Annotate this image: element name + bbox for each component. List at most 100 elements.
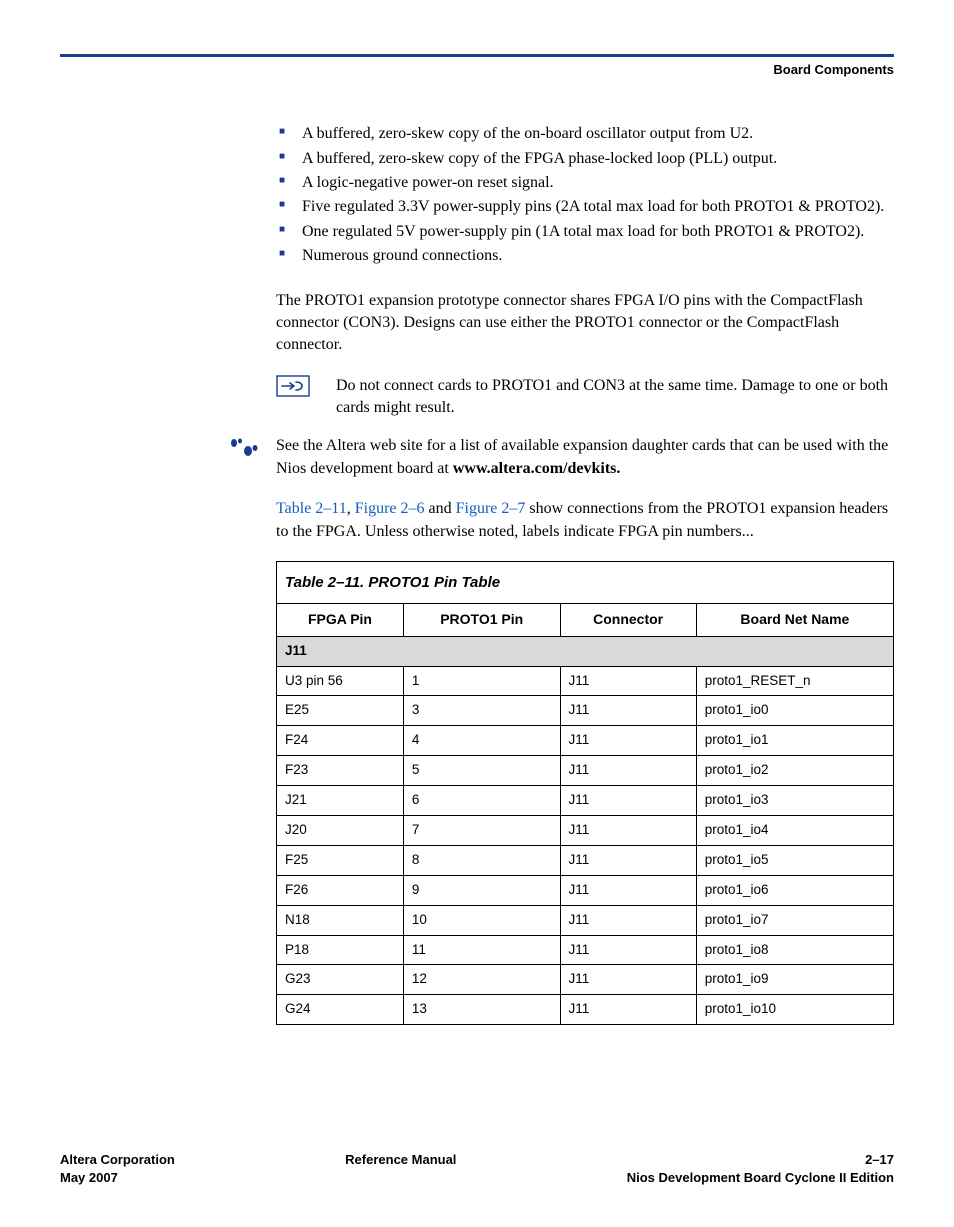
list-item: A logic-negative power-on reset signal. <box>276 172 894 194</box>
url-text: www.altera.com/devkits. <box>453 460 621 477</box>
table-cell: F25 <box>277 845 404 875</box>
table-row: F235J11proto1_io2 <box>277 756 894 786</box>
table-cell: proto1_io3 <box>696 786 893 816</box>
table-cell: proto1_io8 <box>696 935 893 965</box>
table-cell: 7 <box>403 815 560 845</box>
table-cell: E25 <box>277 696 404 726</box>
table-cell: 1 <box>403 666 560 696</box>
section-label: J11 <box>277 636 894 666</box>
table-cell: J11 <box>560 875 696 905</box>
table-cell: P18 <box>277 935 404 965</box>
table-row: J207J11proto1_io4 <box>277 815 894 845</box>
table-section-row: J11 <box>277 636 894 666</box>
footer-product: Nios Development Board Cyclone II Editio… <box>627 1169 894 1187</box>
col-header: Board Net Name <box>696 604 893 637</box>
table-cell: 11 <box>403 935 560 965</box>
table-cell: J20 <box>277 815 404 845</box>
table-cell: J11 <box>560 815 696 845</box>
note-text: See the Altera web site for a list of av… <box>276 435 894 480</box>
table-cell: proto1_io9 <box>696 965 893 995</box>
table-body: J11 U3 pin 561J11proto1_RESET_nE253J11pr… <box>277 636 894 1025</box>
list-item: A buffered, zero-skew copy of the on-boa… <box>276 123 894 145</box>
table-cell: G23 <box>277 965 404 995</box>
table-cell: proto1_RESET_n <box>696 666 893 696</box>
table-cell: 12 <box>403 965 560 995</box>
list-item: Five regulated 3.3V power-supply pins (2… <box>276 196 894 218</box>
table-cell: J11 <box>560 965 696 995</box>
cross-ref-link[interactable]: Figure 2–7 <box>456 500 526 517</box>
table-cell: 8 <box>403 845 560 875</box>
list-item: Numerous ground connections. <box>276 245 894 267</box>
table-cell: proto1_io2 <box>696 756 893 786</box>
page-footer: Altera Corporation May 2007 Reference Ma… <box>60 1151 894 1187</box>
running-header: Board Components <box>60 61 894 79</box>
table-cell: J11 <box>560 935 696 965</box>
footprints-icon <box>226 435 276 480</box>
table-cell: 13 <box>403 995 560 1025</box>
footer-date: May 2007 <box>60 1169 175 1187</box>
table-row: F244J11proto1_io1 <box>277 726 894 756</box>
col-header: PROTO1 Pin <box>403 604 560 637</box>
footer-right: 2–17 Nios Development Board Cyclone II E… <box>627 1151 894 1187</box>
table-row: J216J11proto1_io3 <box>277 786 894 816</box>
table-row: N1810J11proto1_io7 <box>277 905 894 935</box>
main-content: A buffered, zero-skew copy of the on-boa… <box>276 123 894 419</box>
table-row: F269J11proto1_io6 <box>277 875 894 905</box>
table-cell: J11 <box>560 756 696 786</box>
table-cell: F26 <box>277 875 404 905</box>
main-content-continued: Table 2–11, Figure 2–6 and Figure 2–7 sh… <box>276 498 894 1025</box>
col-header: FPGA Pin <box>277 604 404 637</box>
footer-left: Altera Corporation May 2007 <box>60 1151 175 1187</box>
table-row: P1811J11proto1_io8 <box>277 935 894 965</box>
table-cell: 4 <box>403 726 560 756</box>
table-row: E253J11proto1_io0 <box>277 696 894 726</box>
note-text: Do not connect cards to PROTO1 and CON3 … <box>336 375 894 420</box>
table-cell: N18 <box>277 905 404 935</box>
table-cell: J11 <box>560 666 696 696</box>
web-reference-callout: See the Altera web site for a list of av… <box>226 435 894 480</box>
table-cell: U3 pin 56 <box>277 666 404 696</box>
table-cell: J11 <box>560 995 696 1025</box>
table-cell: proto1_io7 <box>696 905 893 935</box>
table-cell: proto1_io0 <box>696 696 893 726</box>
feature-list: A buffered, zero-skew copy of the on-boa… <box>276 123 894 267</box>
footer-company: Altera Corporation <box>60 1151 175 1169</box>
table-cell: 9 <box>403 875 560 905</box>
table-cell: J11 <box>560 905 696 935</box>
header-rule <box>60 54 894 57</box>
paragraph: Table 2–11, Figure 2–6 and Figure 2–7 sh… <box>276 498 894 543</box>
table-cell: J11 <box>560 696 696 726</box>
cross-ref-link[interactable]: Figure 2–6 <box>355 500 425 517</box>
text-fragment: , <box>347 500 355 517</box>
table-row: G2312J11proto1_io9 <box>277 965 894 995</box>
text-fragment: and <box>425 500 456 517</box>
table-row: F258J11proto1_io5 <box>277 845 894 875</box>
table-cell: F24 <box>277 726 404 756</box>
cross-ref-link[interactable]: Table 2–11 <box>276 500 347 517</box>
table-row: G2413J11proto1_io10 <box>277 995 894 1025</box>
footer-doc-title: Reference Manual <box>175 1151 627 1169</box>
table-cell: proto1_io5 <box>696 845 893 875</box>
table-cell: J11 <box>560 845 696 875</box>
list-item: One regulated 5V power-supply pin (1A to… <box>276 221 894 243</box>
table-cell: J11 <box>560 726 696 756</box>
table-cell: proto1_io1 <box>696 726 893 756</box>
table-cell: proto1_io4 <box>696 815 893 845</box>
hand-pointer-icon <box>276 375 336 420</box>
table-cell: J21 <box>277 786 404 816</box>
footer-center: Reference Manual <box>175 1151 627 1187</box>
table-header-row: FPGA Pin PROTO1 Pin Connector Board Net … <box>277 604 894 637</box>
list-item: A buffered, zero-skew copy of the FPGA p… <box>276 148 894 170</box>
table-cell: 5 <box>403 756 560 786</box>
proto1-pin-table: Table 2–11. PROTO1 Pin Table FPGA Pin PR… <box>276 561 894 1025</box>
note-callout: Do not connect cards to PROTO1 and CON3 … <box>276 375 894 420</box>
table-cell: G24 <box>277 995 404 1025</box>
footer-page-number: 2–17 <box>627 1151 894 1169</box>
table-cell: proto1_io6 <box>696 875 893 905</box>
table-cell: 6 <box>403 786 560 816</box>
col-header: Connector <box>560 604 696 637</box>
table-cell: 10 <box>403 905 560 935</box>
table-row: U3 pin 561J11proto1_RESET_n <box>277 666 894 696</box>
table-cell: proto1_io10 <box>696 995 893 1025</box>
table-cell: 3 <box>403 696 560 726</box>
